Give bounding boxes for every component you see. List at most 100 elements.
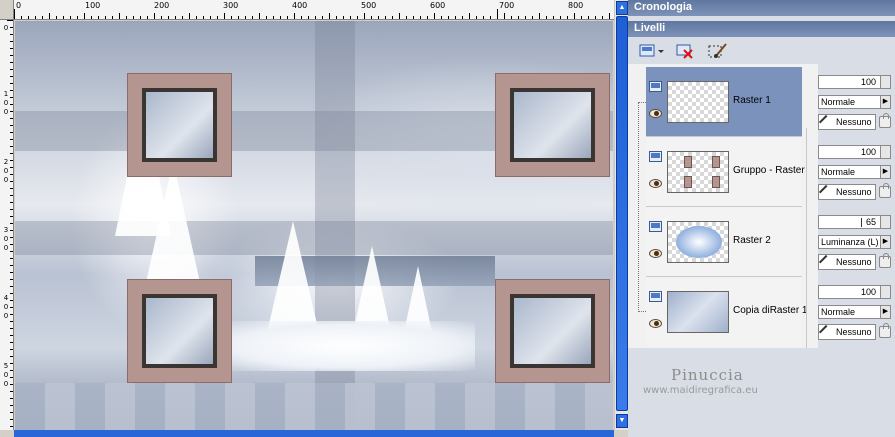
slider-marker-icon[interactable]	[861, 218, 867, 227]
layer-props-row: 100 Normale ▶ Nessuno	[818, 67, 895, 137]
layer-type-icon[interactable]	[649, 291, 662, 302]
visibility-eye-icon[interactable]	[649, 179, 662, 188]
ruler-tick	[231, 16, 232, 19]
ruler-tick	[399, 13, 400, 19]
layers-panel-title[interactable]: Livelli	[628, 21, 895, 37]
delete-layer-button[interactable]	[674, 41, 696, 61]
lock-icon[interactable]	[879, 253, 891, 268]
opacity-value: 100	[860, 147, 876, 157]
winter-artwork[interactable]	[15, 21, 613, 430]
layer-name: Copia diRaster 1	[733, 305, 808, 316]
layer-thumbnail	[667, 81, 729, 123]
scroll-down-icon[interactable]: ▼	[616, 414, 628, 428]
blend-mode-select[interactable]: Luminanza (L) ▶	[818, 235, 891, 249]
frame-top-right	[495, 73, 610, 177]
layer-row[interactable]: Gruppo - Raster 3	[646, 137, 813, 207]
lock-icon[interactable]	[879, 113, 891, 128]
ruler-tick	[217, 16, 218, 19]
opacity-spin[interactable]	[880, 216, 890, 228]
ruler-tick	[308, 16, 309, 19]
ruler-tick	[434, 13, 435, 19]
ruler-tick	[602, 16, 603, 19]
opacity-slider[interactable]: 100	[818, 75, 891, 89]
ruler-tick	[10, 181, 13, 182]
ruler-tick	[10, 62, 13, 63]
ruler-label: 100	[85, 1, 101, 10]
ruler-tick	[10, 265, 13, 266]
ruler-tick	[10, 419, 13, 420]
frame-bottom-left	[127, 279, 232, 383]
layer-type-icon[interactable]	[649, 81, 662, 92]
canvas-area[interactable]: 0 100 200 300 400 500 600 700 800 0 100 …	[0, 0, 628, 437]
ruler-tick	[364, 13, 365, 19]
opacity-value: 65	[865, 217, 876, 227]
dropdown-arrow-icon[interactable]: ▶	[880, 96, 890, 108]
scroll-up-icon[interactable]: ▲	[616, 1, 628, 15]
ruler-tick	[196, 16, 197, 19]
scroll-thumb[interactable]	[616, 16, 628, 411]
dropdown-arrow-icon[interactable]: ▶	[880, 236, 890, 248]
visibility-eye-icon[interactable]	[649, 319, 662, 328]
opacity-slider[interactable]: 100	[818, 145, 891, 159]
blend-mode-select[interactable]: Normale ▶	[818, 305, 891, 319]
psp-workspace: 0 100 200 300 400 500 600 700 800 0 100 …	[0, 0, 895, 437]
ruler-label: 800	[568, 1, 584, 10]
opacity-spin[interactable]	[880, 76, 890, 88]
layer-name: Gruppo - Raster 3	[733, 165, 814, 176]
frame-top-left	[127, 73, 232, 177]
ruler-tick	[63, 16, 64, 19]
opacity-slider[interactable]: 65	[818, 215, 891, 229]
dropdown-arrow-icon[interactable]: ▶	[880, 306, 890, 318]
vertical-scrollbar[interactable]: ▲ ▼	[614, 0, 628, 430]
ruler-tick	[10, 391, 13, 392]
lock-icon[interactable]	[879, 183, 891, 198]
lock-icon[interactable]	[879, 323, 891, 338]
ruler-tick	[21, 16, 22, 19]
visibility-eye-icon[interactable]	[649, 249, 662, 258]
brush-icon	[818, 184, 834, 200]
ruler-label: 300	[223, 1, 239, 10]
ruler-tick	[126, 16, 127, 19]
opacity-slider[interactable]: 100	[818, 285, 891, 299]
ruler-tick	[420, 16, 421, 19]
ruler-tick	[294, 13, 295, 19]
blend-mode-select[interactable]: Normale ▶	[818, 165, 891, 179]
ruler-tick	[105, 16, 106, 19]
ruler-tick	[357, 16, 358, 19]
layer-list[interactable]: Raster 1 Gruppo - Raster 3 Raster 2 Copi…	[628, 64, 818, 412]
ruler-tick	[10, 321, 13, 322]
history-panel-title[interactable]: Cronologia	[628, 0, 895, 16]
layer-group-field[interactable]: Nessuno	[818, 324, 876, 340]
ruler-tick	[10, 188, 13, 189]
ruler-tick	[210, 16, 211, 19]
ruler-label: 400	[3, 294, 9, 320]
layer-type-icon[interactable]	[649, 151, 662, 162]
layer-group-field[interactable]: Nessuno	[818, 254, 876, 270]
layer-group-field[interactable]: Nessuno	[818, 184, 876, 200]
opacity-spin[interactable]	[880, 286, 890, 298]
ruler-tick	[10, 230, 13, 231]
dropdown-arrow-icon[interactable]: ▶	[880, 166, 890, 178]
ruler-tick	[10, 34, 13, 35]
layer-group-field[interactable]: Nessuno	[818, 114, 876, 130]
blend-mode-select[interactable]: Normale ▶	[818, 95, 891, 109]
ruler-tick	[560, 16, 561, 19]
ruler-tick	[14, 9, 15, 19]
ruler-label: 0	[16, 1, 22, 10]
ruler-tick	[273, 16, 274, 19]
edit-mask-button[interactable]	[706, 41, 730, 61]
layer-type-icon[interactable]	[649, 221, 662, 232]
snow-ground	[215, 321, 475, 371]
horizontal-scrollbar[interactable]	[14, 430, 614, 437]
layer-group-value: Nessuno	[836, 117, 872, 127]
layer-row[interactable]: Raster 1	[646, 67, 802, 137]
layer-row[interactable]: Raster 2	[646, 207, 802, 277]
ruler-tick	[301, 16, 302, 19]
ruler-tick	[168, 16, 169, 19]
ruler-tick	[10, 300, 13, 301]
ruler-tick	[10, 279, 13, 280]
new-layer-button[interactable]	[636, 41, 666, 61]
layer-row[interactable]: Copia diRaster 1	[646, 277, 807, 347]
opacity-spin[interactable]	[880, 146, 890, 158]
visibility-eye-icon[interactable]	[649, 109, 662, 118]
